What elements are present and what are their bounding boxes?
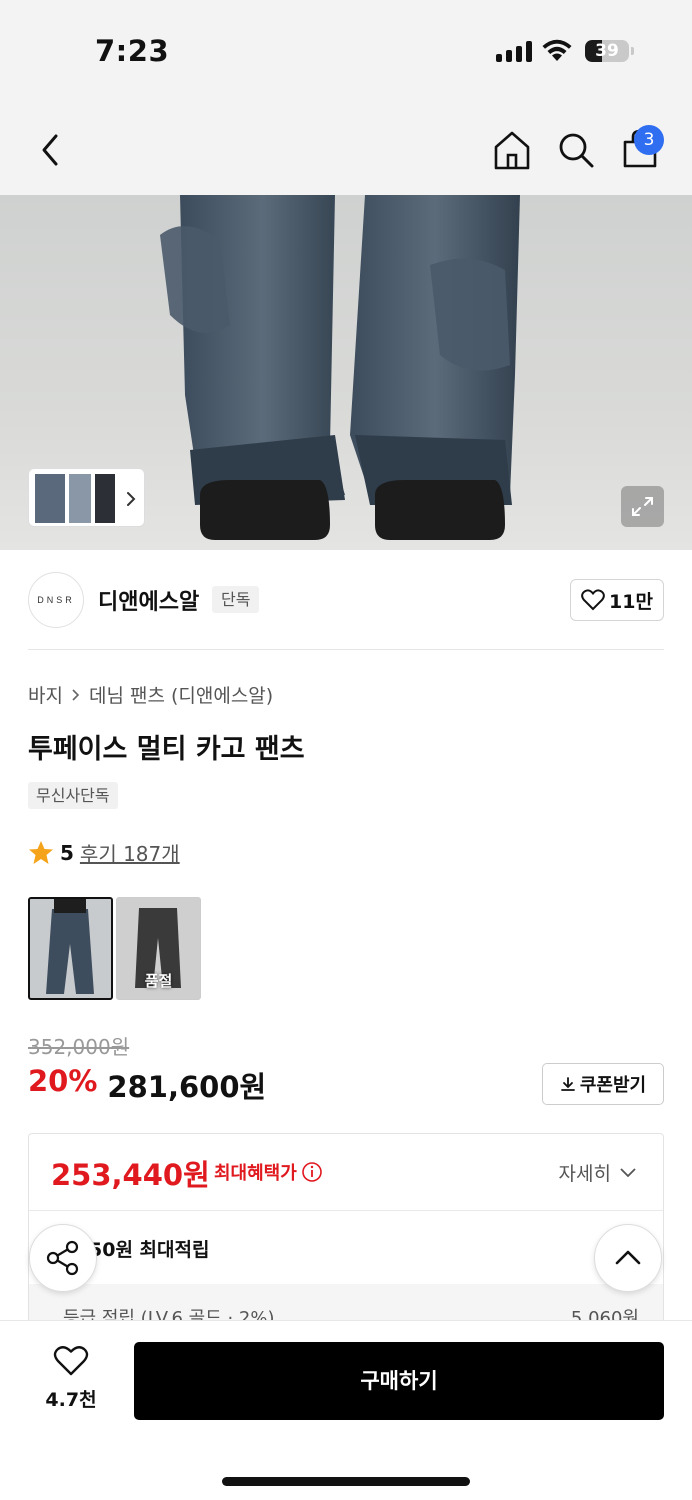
scroll-to-top-button[interactable] xyxy=(594,1224,662,1292)
wifi-icon xyxy=(542,39,572,61)
rating: 5 후기 187개 xyxy=(28,838,180,867)
benefit-box: 253,440원 최대혜택가 자세히 50원 최대적립 등급 적립 (LV.6 … xyxy=(28,1133,664,1333)
share-icon xyxy=(46,1240,79,1276)
max-points: 50원 최대적립 xyxy=(89,1239,210,1261)
max-benefit-label: 최대혜택가 xyxy=(214,1163,297,1184)
cellular-signal-icon xyxy=(496,40,532,62)
nav-bar xyxy=(0,100,692,195)
original-price: 352,000원 xyxy=(28,1035,130,1059)
detail-label: 자세히 xyxy=(558,1163,611,1185)
battery-level: 39 xyxy=(595,41,619,61)
battery-cap xyxy=(631,47,634,55)
brand-like-count: 11만 xyxy=(609,590,653,613)
coupon-label: 쿠폰받기 xyxy=(579,1075,647,1096)
divider xyxy=(29,1210,663,1211)
expand-icon xyxy=(632,497,653,516)
max-benefit-price: 253,440원 xyxy=(51,1158,210,1192)
chevron-down-icon xyxy=(620,1167,636,1177)
expand-image-button[interactable] xyxy=(621,486,664,527)
brand-name[interactable]: 디앤에스알 xyxy=(98,584,199,616)
thumbnail-images xyxy=(35,474,136,523)
benefit-detail-toggle[interactable]: 자세히 xyxy=(559,1159,637,1186)
share-button[interactable] xyxy=(29,1224,97,1292)
breadcrumb-category[interactable]: 바지 xyxy=(28,681,63,708)
wishlist-count: 4.7천 xyxy=(45,1389,97,1411)
image-thumbnail-strip[interactable] xyxy=(28,468,145,527)
coupon-button[interactable]: 쿠폰받기 xyxy=(542,1063,664,1105)
color-option-2[interactable]: 품절 xyxy=(116,897,201,1000)
review-count-link[interactable]: 후기 187개 xyxy=(80,838,180,867)
breadcrumb-subcategory[interactable]: 데님 팬츠 (디앤에스알) xyxy=(89,681,273,708)
option-1-image xyxy=(30,899,111,998)
wishlist-button[interactable]: 4.7천 xyxy=(36,1345,106,1415)
heart-icon xyxy=(581,589,605,611)
divider xyxy=(28,649,664,650)
exclusive-badge: 단독 xyxy=(212,586,260,613)
bottom-action-bar: 4.7천 구매하기 xyxy=(0,1320,692,1500)
status-time: 7:23 xyxy=(95,34,170,68)
discount-rate: 20% xyxy=(28,1064,98,1098)
brand-logo[interactable]: DNSR xyxy=(28,572,84,628)
breadcrumb: 바지 데님 팬츠 (디앤에스알) xyxy=(28,681,273,708)
back-icon[interactable] xyxy=(34,130,66,170)
sold-out-label: 품절 xyxy=(144,972,173,990)
status-bar: 7:23 39 xyxy=(0,0,692,100)
download-icon xyxy=(560,1077,575,1091)
max-benefit-label-wrap: 최대혜택가 xyxy=(214,1159,323,1185)
star-icon xyxy=(29,841,53,864)
search-icon[interactable] xyxy=(556,130,596,170)
home-indicator xyxy=(222,1477,470,1486)
info-icon[interactable] xyxy=(301,1161,323,1183)
price-row: 20% 281,600원 xyxy=(28,1064,266,1106)
buy-button[interactable]: 구매하기 xyxy=(134,1342,664,1420)
rating-score: 5 xyxy=(60,840,74,865)
chevron-right-icon xyxy=(72,688,80,701)
chevron-up-icon xyxy=(615,1250,641,1265)
color-option-1[interactable] xyxy=(28,897,113,1000)
battery-icon: 39 xyxy=(585,40,629,62)
heart-icon xyxy=(53,1346,89,1376)
home-icon[interactable] xyxy=(492,129,532,171)
exclusive-tag: 무신사단독 xyxy=(28,782,118,809)
product-title: 투페이스 멀티 카고 팬츠 xyxy=(28,734,305,765)
brand-like-button[interactable]: 11만 xyxy=(570,579,664,621)
cart-count-badge: 3 xyxy=(634,125,664,155)
sale-price: 281,600원 xyxy=(107,1070,267,1104)
